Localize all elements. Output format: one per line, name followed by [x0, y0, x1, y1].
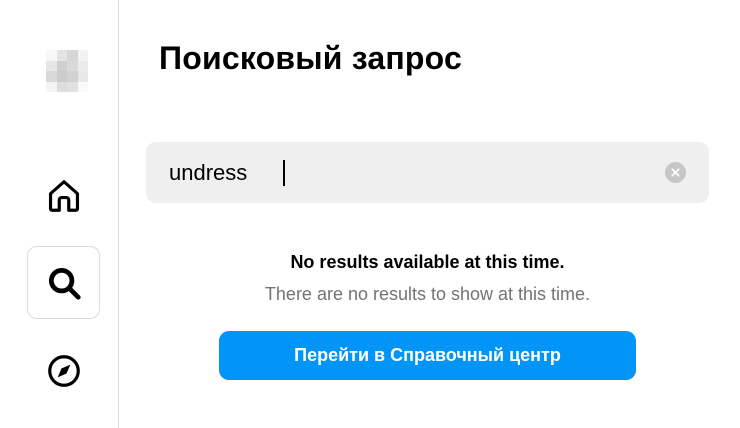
nav-explore[interactable]: [27, 334, 100, 407]
search-panel: Поисковый запрос No results available at…: [119, 0, 740, 428]
empty-state-title: No results available at this time.: [290, 252, 565, 272]
sidebar: [0, 0, 119, 428]
clear-search-button[interactable]: [665, 162, 686, 183]
nav-home[interactable]: [27, 159, 100, 232]
explore-compass-icon: [47, 354, 80, 387]
nav-search[interactable]: [27, 246, 100, 319]
home-icon: [48, 179, 79, 212]
search-box[interactable]: [146, 142, 709, 203]
profile-logo[interactable]: [46, 50, 88, 92]
text-caret: [283, 160, 285, 186]
help-center-button[interactable]: Перейти в Справочный центр: [219, 331, 636, 380]
empty-state-subtitle: There are no results to show at this tim…: [264, 284, 591, 304]
search-input[interactable]: [169, 156, 649, 190]
search-icon: [48, 267, 81, 300]
page-title: Поисковый запрос: [159, 40, 462, 76]
clear-circle-x-icon: [671, 168, 680, 177]
